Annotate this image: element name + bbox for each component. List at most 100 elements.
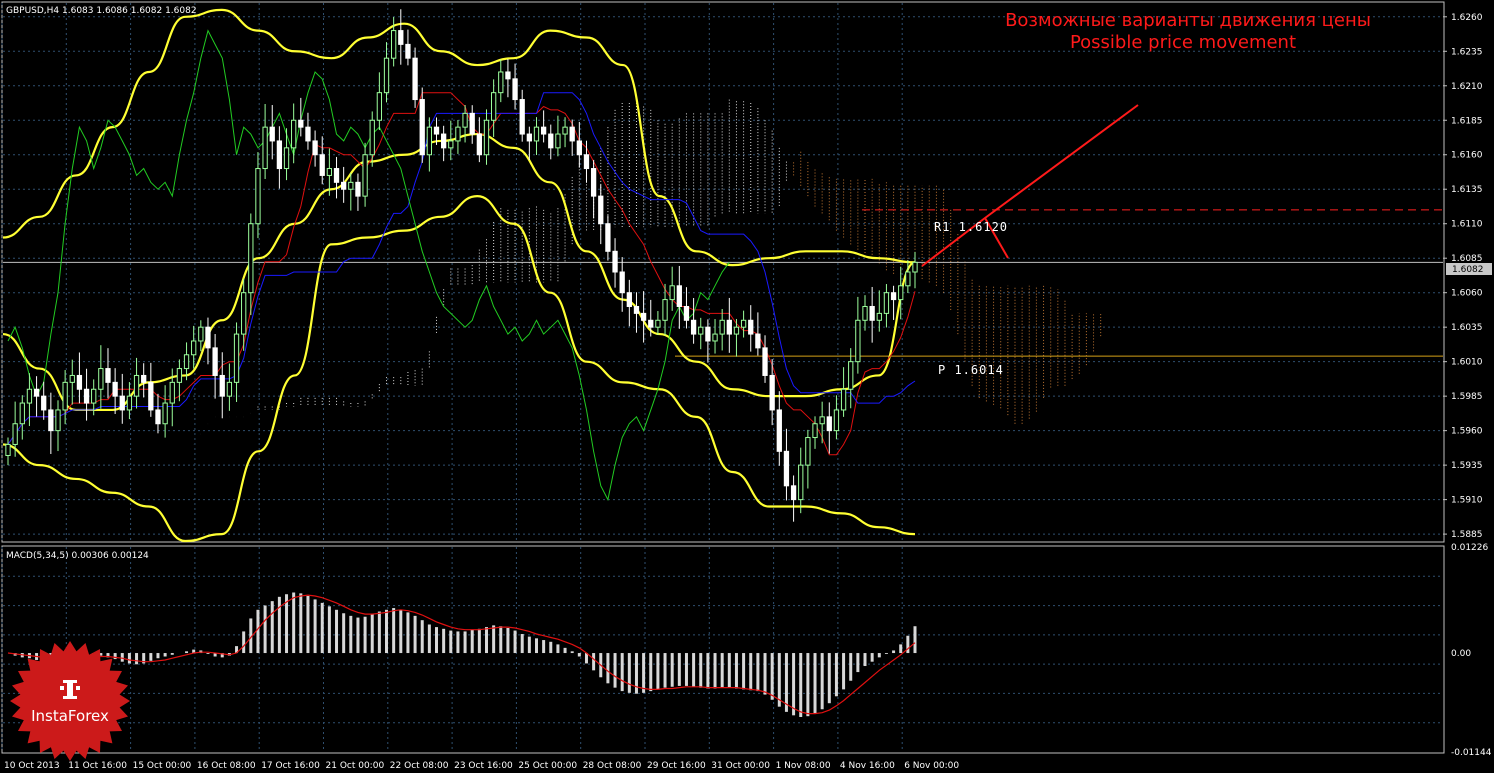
candle-body xyxy=(41,395,47,411)
candle-body xyxy=(776,409,782,452)
candle-body xyxy=(12,423,18,445)
candle-body xyxy=(326,168,333,176)
chart-root: 1.6260 1.6235 1.6210 1.6185 1.6160 1.6135 1.61… xyxy=(0,0,1494,773)
candle-body xyxy=(819,416,825,425)
candle-body xyxy=(855,319,861,363)
candle-body xyxy=(698,326,704,335)
candle-body xyxy=(333,168,340,183)
candle-body xyxy=(626,292,632,307)
y-tick-label: 1.6260 xyxy=(1451,13,1483,23)
candle-body xyxy=(712,333,718,342)
y-tick-label: 1.6035 xyxy=(1451,323,1483,333)
candle-body xyxy=(498,71,504,94)
pivot-label: P 1.6014 xyxy=(938,363,1004,377)
candle-body xyxy=(112,381,118,397)
grid-layer xyxy=(1,3,1443,752)
candle-body xyxy=(640,312,647,321)
candle-body xyxy=(362,154,368,197)
candle-body xyxy=(848,361,854,390)
candle-body xyxy=(540,126,547,135)
y-tick-label: 1.6060 xyxy=(1451,289,1483,299)
candle-body xyxy=(726,319,732,335)
y-tick-label: 1.6010 xyxy=(1451,358,1483,368)
annotation-ru: Возможные варианты движения цены xyxy=(1005,10,1371,31)
candle-body xyxy=(426,126,433,156)
x-tick-label: 17 Oct 16:00 xyxy=(261,761,320,771)
r1-label: R1 1.6120 xyxy=(934,220,1008,234)
candle-body xyxy=(76,374,83,390)
y-tick-label: 1.6185 xyxy=(1451,116,1483,126)
candle-body xyxy=(783,450,790,487)
candle-body xyxy=(83,388,90,404)
candle-body xyxy=(790,485,797,501)
candle-body xyxy=(341,181,347,190)
logo-burst xyxy=(10,641,130,761)
candle-body xyxy=(890,292,897,301)
candle-body xyxy=(633,305,640,314)
forecast-up-line xyxy=(921,104,1139,267)
candle-body xyxy=(226,381,233,397)
macd-y-tick-label: -0.01144 xyxy=(1451,748,1492,758)
candle-body xyxy=(148,381,154,411)
candle-body xyxy=(519,99,525,135)
main-panel-frame xyxy=(1,1,1445,543)
candles xyxy=(5,9,918,522)
candle-body xyxy=(755,333,761,349)
candle-body xyxy=(283,147,290,170)
candle-body xyxy=(683,305,690,321)
candle-body xyxy=(262,126,268,170)
candle-body xyxy=(555,133,561,149)
y-tick-label: 1.6210 xyxy=(1451,82,1483,92)
candle-body xyxy=(619,271,625,294)
macd-y-tick-label: 0.01226 xyxy=(1451,543,1488,553)
candle-body xyxy=(48,409,54,432)
candle-body xyxy=(98,368,104,390)
candle-body xyxy=(762,347,768,376)
candle-body xyxy=(405,43,411,59)
candle-body xyxy=(512,78,518,101)
candle-body xyxy=(590,168,597,197)
candle-body xyxy=(612,250,618,273)
x-tick-label: 22 Oct 08:00 xyxy=(390,761,449,771)
candle-body xyxy=(198,326,204,342)
y-tick-label: 1.5885 xyxy=(1451,530,1483,540)
ichimoku-chikou xyxy=(7,29,730,502)
candle-body xyxy=(398,30,404,45)
candle-body xyxy=(690,319,697,335)
candle-body xyxy=(369,119,375,156)
x-tick-label: 25 Oct 00:00 xyxy=(518,761,577,771)
candle-body xyxy=(455,126,461,142)
candle-body xyxy=(805,437,811,466)
candle-body xyxy=(662,299,668,321)
candle-body xyxy=(876,312,882,321)
candle-body xyxy=(605,223,611,252)
x-tick-label: 23 Oct 16:00 xyxy=(454,761,513,771)
x-tick-label: 15 Oct 00:00 xyxy=(133,761,192,771)
x-tick-label: 28 Oct 08:00 xyxy=(583,761,642,771)
candle-body xyxy=(412,57,418,101)
candle-body xyxy=(840,388,847,411)
candle-body xyxy=(548,133,554,149)
macd-panel-frame xyxy=(1,545,1445,754)
x-tick-label: 4 Nov 16:00 xyxy=(840,761,895,771)
candle-body xyxy=(812,423,818,439)
candle-body xyxy=(898,285,904,301)
candle-body xyxy=(533,126,540,142)
candle-body xyxy=(241,292,247,335)
logo-icon xyxy=(60,680,80,699)
candle-body xyxy=(248,223,254,294)
candle-body xyxy=(26,388,33,404)
bollinger-lower xyxy=(2,195,916,543)
candle-body xyxy=(55,409,61,432)
candle-body xyxy=(655,319,661,328)
x-tick-label: 16 Oct 08:00 xyxy=(197,761,256,771)
candle-body xyxy=(91,388,97,404)
candle-body xyxy=(883,292,890,314)
candle-body xyxy=(676,285,682,307)
candle-body xyxy=(319,154,325,176)
annotation-en: Possible price movement xyxy=(1070,32,1296,53)
indicator-lines xyxy=(2,8,916,543)
x-tick-label: 21 Oct 00:00 xyxy=(326,761,385,771)
macd-y-tick-label: 0.00 xyxy=(1451,649,1471,659)
candle-body xyxy=(62,381,68,411)
